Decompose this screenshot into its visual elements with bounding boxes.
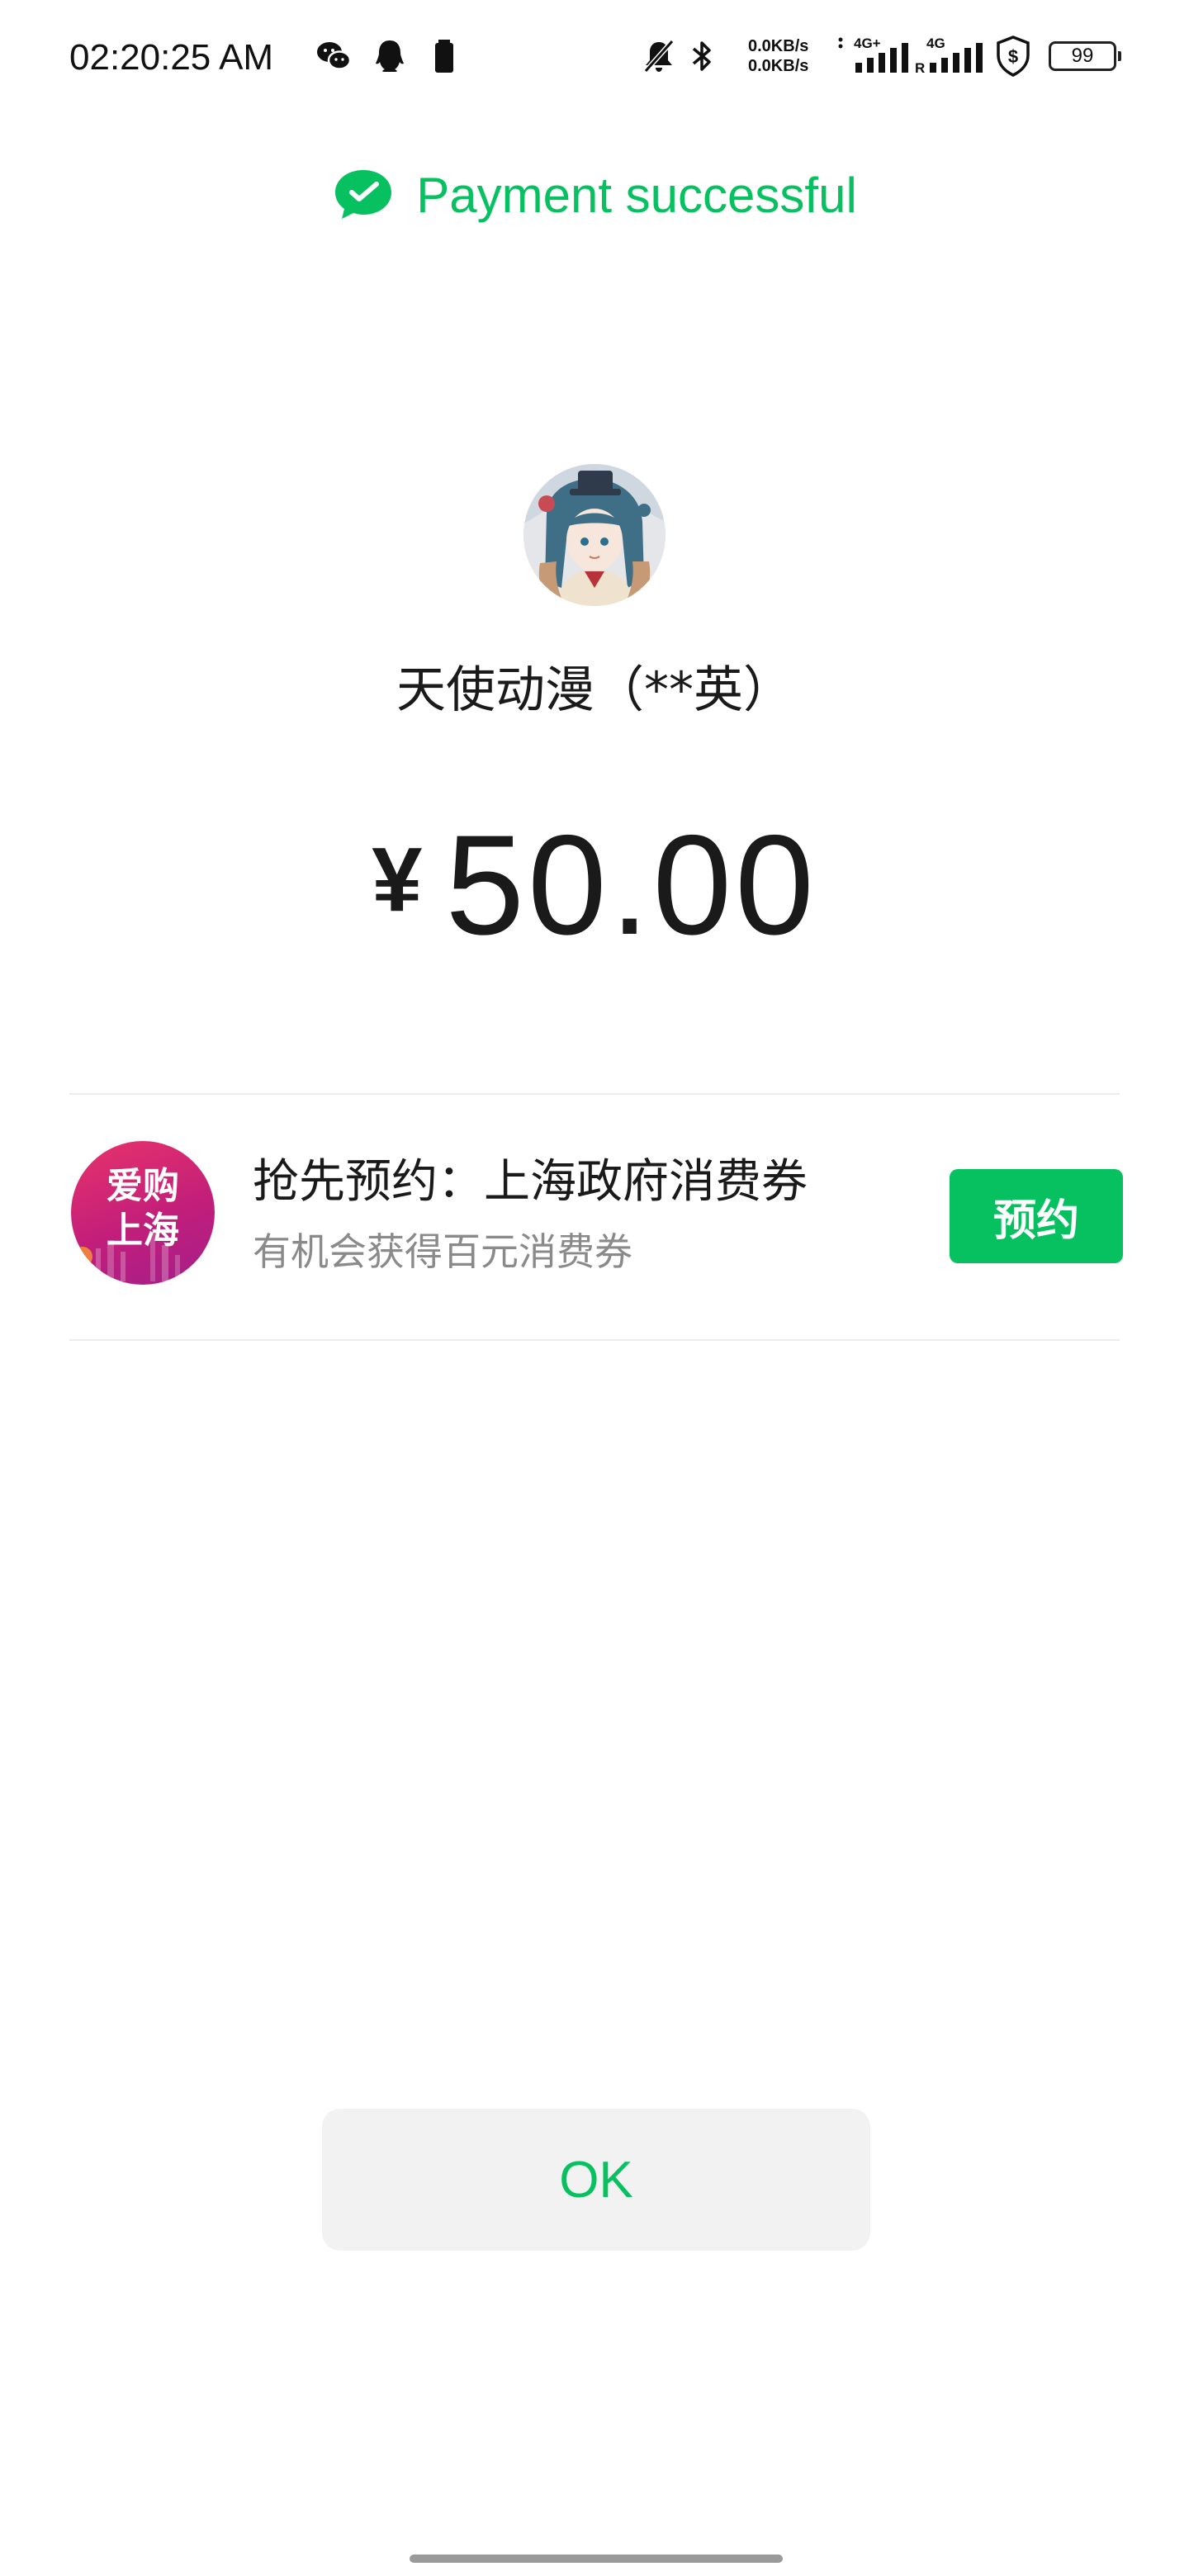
- qq-icon: [370, 36, 410, 76]
- promo-logo-line2: 上海: [107, 1210, 179, 1252]
- payment-amount: ¥50.00: [0, 803, 1189, 968]
- amount-value: 50.00: [445, 806, 817, 964]
- battery-icon: 99: [1049, 41, 1121, 71]
- svg-text:$: $: [1008, 46, 1018, 67]
- merchant-avatar[interactable]: [523, 464, 666, 606]
- currency-symbol: ¥: [372, 829, 423, 930]
- status-bar: 02:20:25 AM 0.0KB/s 0.0KB/s 4G+ 4G R $ 9…: [0, 0, 1189, 116]
- payment-success-header: Payment successful: [0, 162, 1189, 228]
- ok-button[interactable]: OK: [322, 2109, 870, 2251]
- signal-icon-2: 4G R: [913, 35, 983, 76]
- reserve-button[interactable]: 预约: [950, 1169, 1123, 1263]
- bluetooth-icon: [682, 36, 722, 76]
- network-speed-down: 0.0KB/s: [748, 57, 809, 75]
- wechat-icon: [314, 36, 353, 76]
- signal2-label: 4G: [926, 36, 945, 51]
- page-title: Payment successful: [416, 167, 857, 223]
- battery-saver-icon: [424, 36, 464, 76]
- network-speed: 0.0KB/s 0.0KB/s: [748, 36, 822, 76]
- promo-logo-line1: 爱购: [107, 1165, 179, 1207]
- battery-level: 99: [1071, 45, 1094, 67]
- signal1-label: 4G+: [854, 36, 881, 51]
- promo-logo: 爱购 上海: [71, 1141, 215, 1285]
- network-speed-up: 0.0KB/s: [748, 37, 809, 55]
- signal-icon: 4G+: [837, 35, 908, 76]
- mute-icon: [639, 36, 679, 76]
- merchant-name: 天使动漫（**英）: [396, 661, 793, 719]
- promo-title: 抢先预约：上海政府消费券: [253, 1155, 808, 1209]
- wechat-pay-icon: [332, 167, 395, 223]
- status-time: 02:20:25 AM: [69, 37, 274, 78]
- shield-icon: $: [994, 35, 1032, 78]
- divider: [69, 1339, 1120, 1341]
- promo-card[interactable]: 爱购 上海 抢先预约：上海政府消费券 有机会获得百元消费券 预约: [69, 1095, 1123, 1339]
- promo-subtitle: 有机会获得百元消费券: [253, 1229, 632, 1274]
- home-indicator[interactable]: [410, 2555, 783, 2563]
- signal2-roaming: R: [915, 60, 925, 76]
- promo-logo-text: 爱购 上海: [71, 1164, 215, 1253]
